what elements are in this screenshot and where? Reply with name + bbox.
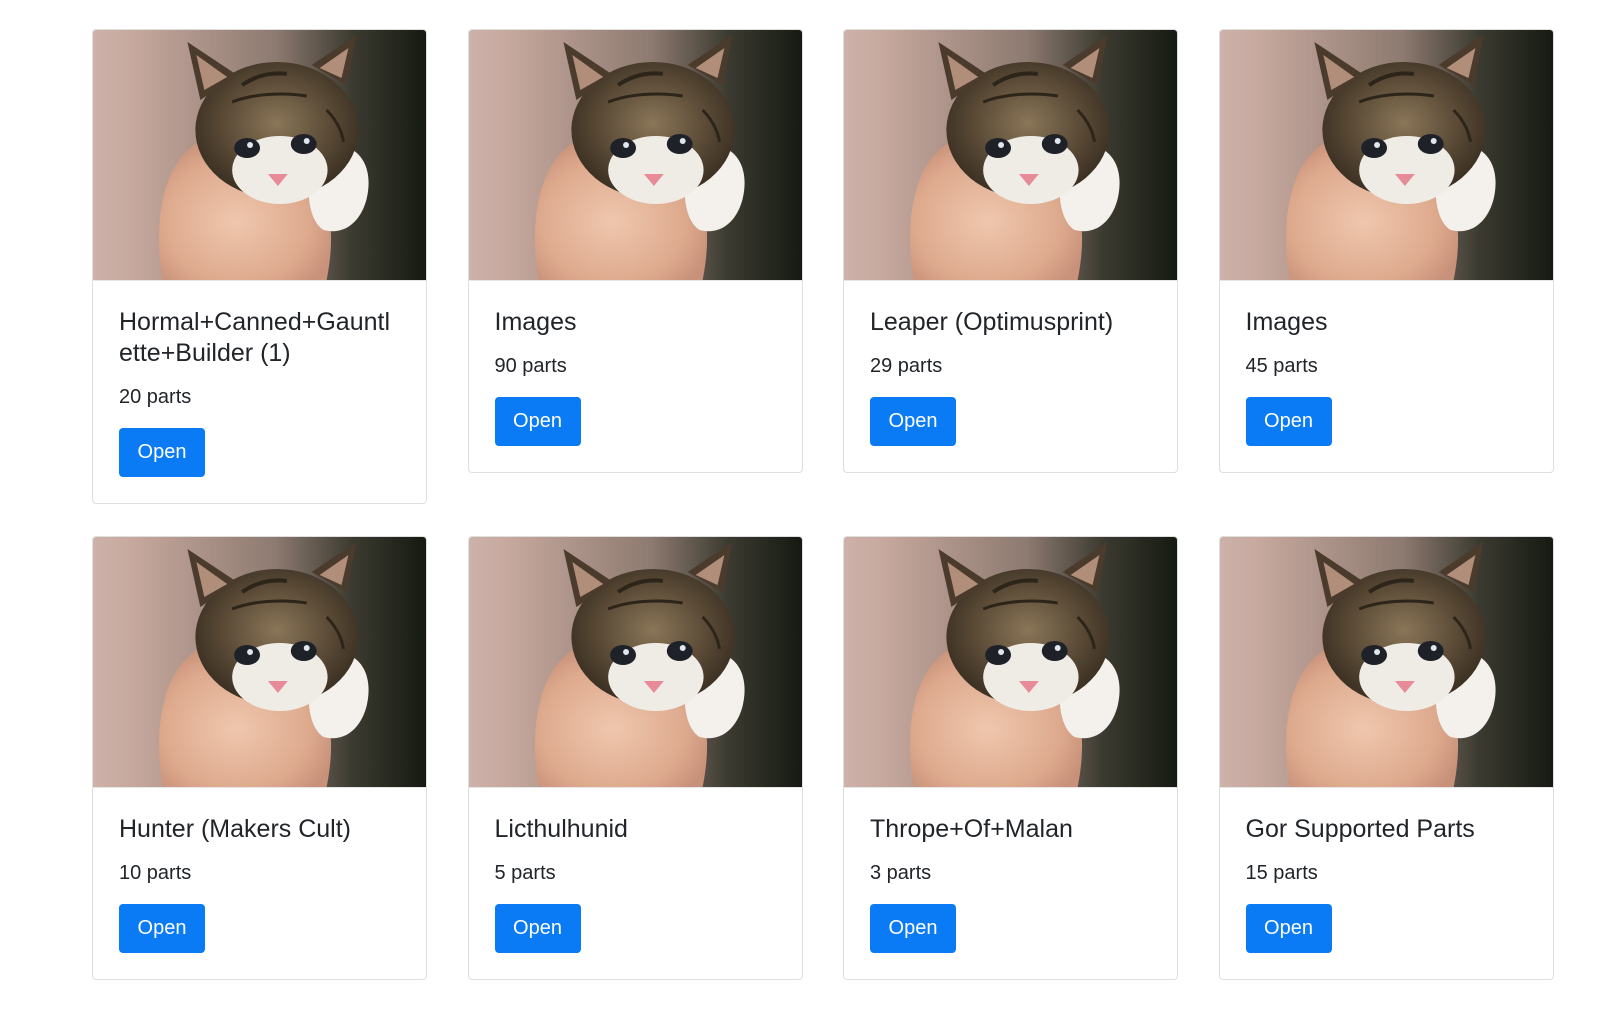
card-body: Leaper (Optimusprint) 29 parts Open: [844, 281, 1177, 472]
open-button[interactable]: Open: [870, 397, 956, 446]
open-button[interactable]: Open: [1245, 397, 1332, 446]
parts-count: 20 parts: [119, 386, 192, 408]
parts-count: 45 parts: [1245, 355, 1318, 377]
project-card: Licthulhunid 5 parts Open: [467, 536, 803, 980]
card-title: Images: [1245, 308, 1328, 336]
card-title: Hunter (Makers Cult): [119, 815, 351, 843]
parts-count: 15 parts: [1245, 862, 1318, 884]
parts-count: 29 parts: [870, 355, 943, 377]
kitten-thumbnail: [93, 537, 426, 788]
kitten-thumbnail: [468, 30, 802, 281]
card-title: Licthulhunid: [494, 815, 628, 843]
parts-count: 90 parts: [494, 355, 567, 377]
project-card: Hormal+Canned+Gauntlette+Builder (1) 20 …: [92, 29, 427, 504]
kitten-thumbnail: [844, 30, 1177, 281]
project-card: Images 90 parts Open: [467, 29, 803, 473]
kitten-thumbnail: [468, 537, 802, 788]
card-body: Images 90 parts Open: [469, 281, 802, 472]
kitten-thumbnail: [1219, 30, 1553, 281]
card-body: Hormal+Canned+Gauntlette+Builder (1) 20 …: [93, 281, 426, 503]
project-card: Leaper (Optimusprint) 29 parts Open: [843, 29, 1178, 473]
parts-count: 3 parts: [870, 862, 932, 884]
card-body: Images 45 parts Open: [1220, 281, 1553, 472]
project-card: Hunter (Makers Cult) 10 parts Open: [92, 536, 427, 980]
open-button[interactable]: Open: [494, 904, 581, 953]
kitten-thumbnail: [844, 537, 1177, 788]
open-button[interactable]: Open: [1245, 904, 1332, 953]
open-button[interactable]: Open: [119, 428, 205, 477]
card-title: Gor Supported Parts: [1245, 815, 1475, 843]
open-button[interactable]: Open: [870, 904, 956, 953]
parts-count: 10 parts: [119, 862, 192, 884]
card-body: Hunter (Makers Cult) 10 parts Open: [93, 788, 426, 979]
card-body: Gor Supported Parts 15 parts Open: [1220, 788, 1553, 979]
card-body: Licthulhunid 5 parts Open: [469, 788, 802, 979]
project-card: Gor Supported Parts 15 parts Open: [1218, 536, 1554, 980]
card-title: Leaper (Optimusprint): [870, 308, 1114, 336]
kitten-thumbnail: [1219, 537, 1553, 788]
card-title: Thrope+Of+Malan: [870, 815, 1073, 843]
open-button[interactable]: Open: [119, 904, 205, 953]
project-grid: Hormal+Canned+Gauntlette+Builder (1) 20 …: [92, 29, 1554, 980]
project-card: Thrope+Of+Malan 3 parts Open: [843, 536, 1178, 980]
card-title: Images: [494, 308, 577, 336]
parts-count: 5 parts: [494, 862, 556, 884]
project-card: Images 45 parts Open: [1218, 29, 1554, 473]
kitten-thumbnail: [93, 30, 426, 281]
card-body: Thrope+Of+Malan 3 parts Open: [844, 788, 1177, 979]
card-title: Hormal+Canned+Gauntlette+Builder (1): [119, 308, 390, 367]
open-button[interactable]: Open: [494, 397, 581, 446]
